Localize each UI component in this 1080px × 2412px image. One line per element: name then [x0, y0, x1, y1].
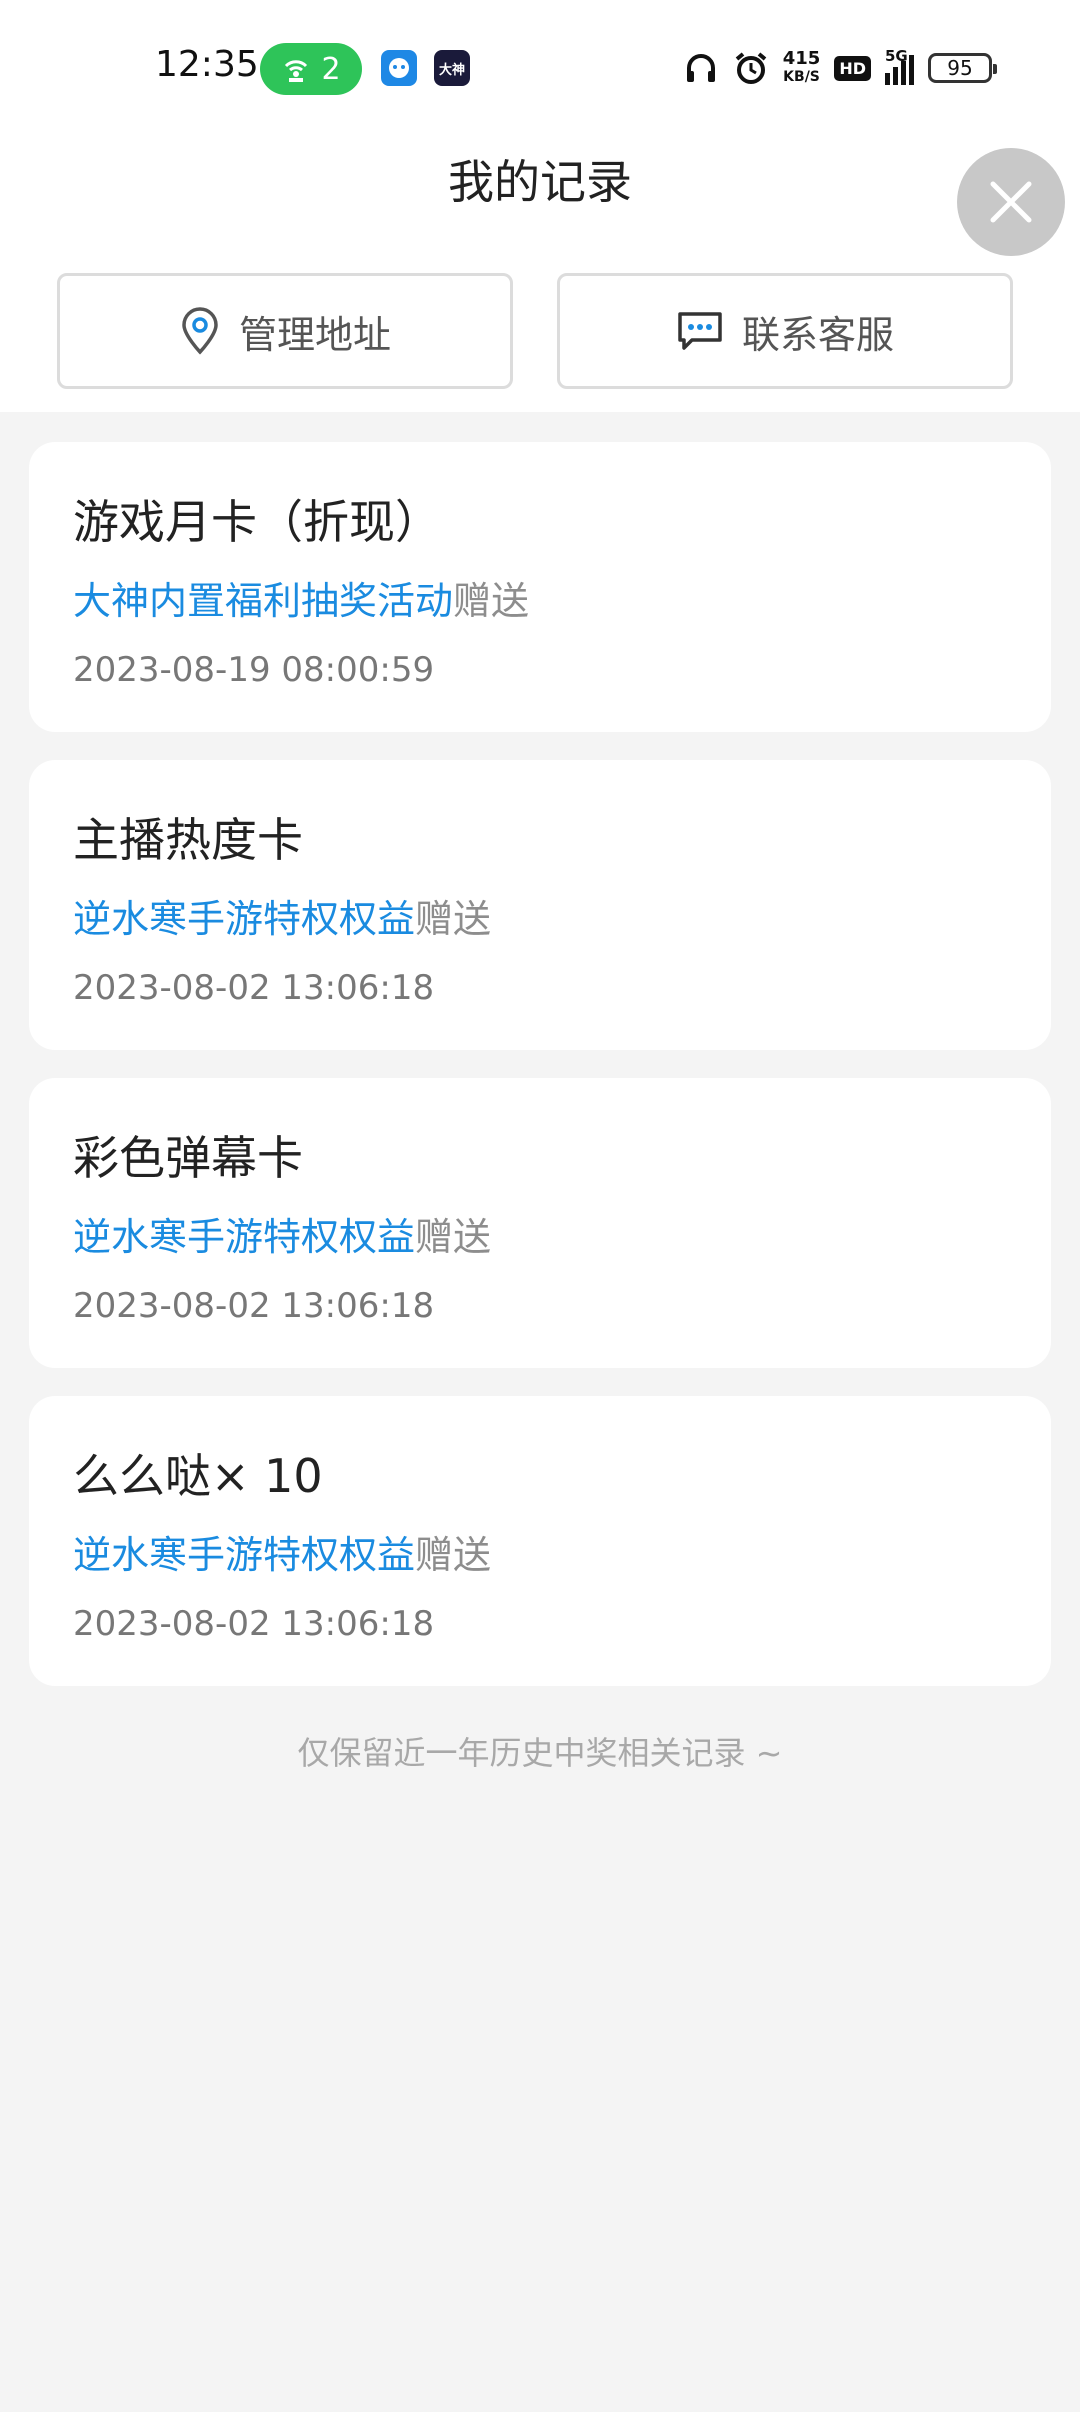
record-gift-label: 赠送 — [415, 1215, 492, 1259]
close-button[interactable] — [957, 148, 1065, 256]
record-source-link[interactable]: 逆水寒手游特权权益 — [73, 897, 415, 941]
record-date: 2023-08-02 13:06:18 — [73, 968, 435, 1008]
record-date: 2023-08-19 08:00:59 — [73, 650, 435, 690]
record-source: 逆水寒手游特权权益赠送 — [73, 1524, 491, 1579]
status-bar: 12:35 2 大神 415 KB/S HD 5G 95 — [0, 0, 1080, 138]
hotspot-count: 2 — [321, 51, 341, 87]
record-source-link[interactable]: 逆水寒手游特权权益 — [73, 1215, 415, 1259]
contact-service-button[interactable]: 联系客服 — [557, 273, 1013, 389]
record-date: 2023-08-02 13:06:18 — [73, 1286, 435, 1326]
record-card[interactable]: 游戏月卡（折现） 大神内置福利抽奖活动赠送 2023-08-19 08:00:5… — [29, 442, 1051, 732]
contact-service-label: 联系客服 — [741, 312, 894, 357]
net-speed-value: 415 — [782, 48, 821, 69]
hotspot-icon — [285, 60, 308, 82]
record-source: 逆水寒手游特权权益赠送 — [73, 888, 491, 943]
record-source: 大神内置福利抽奖活动赠送 — [73, 570, 529, 625]
record-source-link[interactable]: 逆水寒手游特权权益 — [73, 1533, 415, 1577]
header-panel: 12:35 2 大神 415 KB/S HD 5G 95 我的记录 管理地址 联… — [0, 0, 1080, 412]
manage-address-button[interactable]: 管理地址 — [57, 273, 513, 389]
manage-address-label: 管理地址 — [238, 312, 391, 357]
record-date: 2023-08-02 13:06:18 — [73, 1604, 435, 1644]
net-speed-unit: KB/S — [783, 69, 820, 85]
battery-icon: 95 — [928, 53, 997, 83]
signal-icon: 5G — [885, 47, 914, 85]
record-title: 彩色弹幕卡 — [73, 1131, 303, 1185]
chat-icon — [678, 312, 722, 350]
battery-level: 95 — [947, 56, 973, 80]
record-gift-label: 赠送 — [415, 1533, 492, 1577]
alarm-icon — [735, 52, 767, 84]
page-title: 我的记录 — [448, 155, 632, 209]
record-title: 游戏月卡（折现） — [73, 495, 441, 549]
record-source-link[interactable]: 大神内置福利抽奖活动 — [73, 579, 453, 623]
hotspot-badge: 2 — [260, 43, 362, 95]
record-source: 逆水寒手游特权权益赠送 — [73, 1206, 491, 1261]
record-gift-label: 赠送 — [415, 897, 492, 941]
app-notification-icon — [381, 50, 417, 86]
status-time: 12:35 — [155, 44, 259, 85]
record-card[interactable]: 么么哒× 10 逆水寒手游特权权益赠送 2023-08-02 13:06:18 — [29, 1396, 1051, 1686]
network-type: 5G — [885, 47, 908, 65]
net-speed: 415 KB/S — [783, 50, 821, 86]
record-title: 主播热度卡 — [73, 813, 303, 867]
record-title: 么么哒× 10 — [73, 1449, 323, 1503]
hd-icon: HD — [834, 55, 871, 81]
headphones-icon — [686, 54, 715, 82]
location-pin-icon — [182, 307, 218, 355]
record-gift-label: 赠送 — [453, 579, 530, 623]
status-icons: 415 KB/S HD 5G 95 — [683, 46, 997, 90]
dashen-app-icon: 大神 — [434, 50, 470, 86]
record-card[interactable]: 主播热度卡 逆水寒手游特权权益赠送 2023-08-02 13:06:18 — [29, 760, 1051, 1050]
record-card[interactable]: 彩色弹幕卡 逆水寒手游特权权益赠送 2023-08-02 13:06:18 — [29, 1078, 1051, 1368]
close-icon — [990, 181, 1032, 223]
retention-note: 仅保留近一年历史中奖相关记录 ~ — [297, 1734, 783, 1772]
